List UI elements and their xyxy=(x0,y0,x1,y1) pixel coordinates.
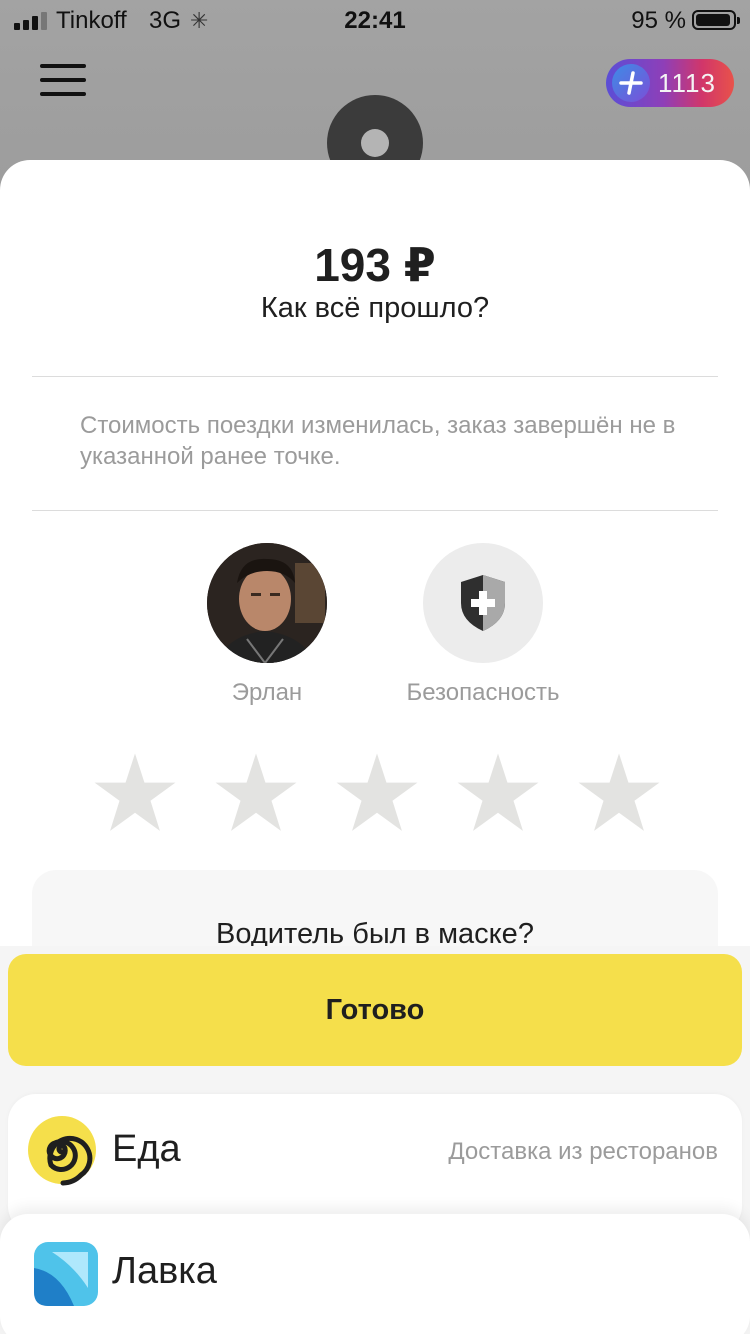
driver-name: Эрлан xyxy=(231,679,303,706)
safety-button[interactable]: Безопасность xyxy=(383,543,583,707)
eda-spiral-icon xyxy=(28,1116,96,1186)
battery-icon xyxy=(692,10,740,30)
service-eda[interactable]: Еда Доставка из ресторанов xyxy=(8,1094,742,1234)
service-title: Еда xyxy=(112,1128,181,1170)
feedback-question: Как всё прошло? xyxy=(260,292,490,324)
price-change-notice: Стоимость поездки изменилась, заказ заве… xyxy=(80,412,676,470)
star-icon[interactable] xyxy=(334,750,420,836)
star-icon[interactable] xyxy=(576,750,662,836)
plus-cashback-badge[interactable]: 1113 xyxy=(606,59,734,107)
menu-icon xyxy=(40,64,86,68)
service-lavka[interactable]: Лавка xyxy=(0,1214,750,1334)
battery-percent: 95 % xyxy=(631,7,686,34)
star-icon[interactable] xyxy=(92,750,178,836)
driver-avatar xyxy=(207,543,327,663)
shield-plus-icon xyxy=(423,543,543,663)
plus-icon xyxy=(612,64,650,102)
star-icon[interactable] xyxy=(213,750,299,836)
menu-button[interactable] xyxy=(40,64,86,100)
safety-label: Безопасность xyxy=(406,679,560,706)
rating-stars xyxy=(92,750,662,836)
plus-points: 1113 xyxy=(658,67,716,98)
star-icon[interactable] xyxy=(455,750,541,836)
done-button[interactable]: Готово xyxy=(8,954,742,1066)
lavka-icon xyxy=(34,1242,98,1306)
divider xyxy=(32,376,718,377)
trip-feedback-sheet: 193 ₽ Как всё прошло? Стоимость поездки … xyxy=(0,160,750,990)
service-title: Лавка xyxy=(112,1250,217,1292)
status-bar: Tinkoff 3G ✳ 22:41 95 % xyxy=(0,0,750,40)
bottom-panel: Готово Еда Доставка из ресторанов Лавка xyxy=(0,946,750,1334)
divider xyxy=(32,510,718,511)
driver-profile[interactable]: Эрлан xyxy=(167,543,367,707)
trip-price: 193 ₽ xyxy=(314,239,436,291)
service-subtitle: Доставка из ресторанов xyxy=(448,1138,718,1165)
